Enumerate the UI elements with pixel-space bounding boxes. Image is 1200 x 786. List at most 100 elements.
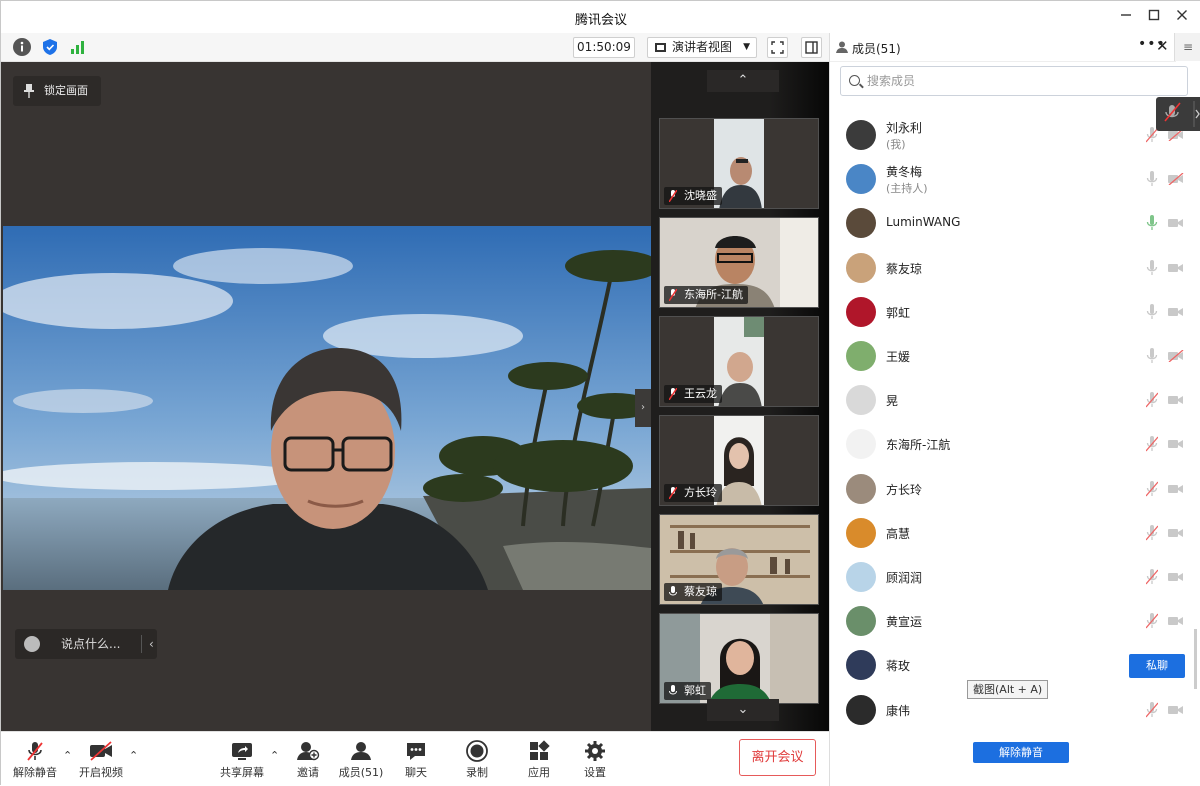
- info-icon[interactable]: [13, 38, 31, 56]
- chevron-left-icon[interactable]: ‹: [149, 629, 154, 659]
- member-row[interactable]: 方长玲: [830, 467, 1190, 511]
- camera-icon[interactable]: [1168, 704, 1184, 716]
- participant-name-tag: 郭虹: [664, 682, 711, 700]
- participant-thumbnail[interactable]: 沈晓盛: [659, 118, 819, 209]
- camera-icon[interactable]: [1168, 306, 1184, 318]
- chat-input-box[interactable]: 说点什么... ‹: [15, 629, 157, 659]
- member-row[interactable]: 晃: [830, 378, 1190, 422]
- member-row[interactable]: 顾润润: [830, 555, 1190, 599]
- chat-bubble-icon: [407, 743, 425, 760]
- emoji-icon[interactable]: [24, 636, 40, 652]
- member-row[interactable]: LuminWANG: [830, 201, 1190, 245]
- security-shield-icon[interactable]: [41, 38, 59, 56]
- member-name: 高慧: [886, 526, 911, 541]
- meeting-timer: 01:50:09: [573, 37, 635, 58]
- member-name: 顾润润: [886, 571, 923, 585]
- unmute-label: 解除静音: [13, 766, 57, 779]
- hamburger-menu-icon[interactable]: ≡: [1174, 33, 1200, 61]
- toggle-sidebar-button[interactable]: [801, 37, 822, 58]
- avatar: [846, 473, 876, 504]
- mic-icon[interactable]: [1146, 303, 1158, 320]
- mic-muted-icon[interactable]: [1146, 392, 1158, 408]
- record-icon: [466, 740, 488, 762]
- camera-icon[interactable]: [1168, 262, 1184, 274]
- member-row[interactable]: 刘永利 (我): [830, 113, 1190, 157]
- mic-icon[interactable]: [1146, 348, 1158, 364]
- signal-strength-icon[interactable]: [69, 38, 87, 56]
- camera-icon[interactable]: [1168, 217, 1184, 229]
- member-row[interactable]: 蔡友琼: [830, 246, 1190, 290]
- close-window-button[interactable]: [1171, 7, 1193, 27]
- camera-icon[interactable]: [1168, 438, 1184, 450]
- mic-muted-icon[interactable]: [1146, 436, 1158, 452]
- member-name: 方长玲: [886, 482, 923, 497]
- maximize-button[interactable]: [1143, 7, 1165, 27]
- chevron-up-icon[interactable]: ⌃: [129, 749, 138, 762]
- member-row[interactable]: 黄宣运: [830, 599, 1190, 643]
- scroll-up-button[interactable]: ⌃: [707, 70, 779, 92]
- unmute-all-button[interactable]: 解除静音: [973, 742, 1069, 763]
- avatar: [846, 208, 876, 239]
- mic-muted-icon[interactable]: [1146, 524, 1158, 541]
- camera-icon[interactable]: [1168, 394, 1184, 406]
- view-mode-dropdown[interactable]: 演讲者视图 ▼: [647, 37, 757, 58]
- participant-thumbnail[interactable]: 郭虹: [659, 613, 819, 704]
- camera-off-icon[interactable]: [1168, 350, 1184, 362]
- camera-off-icon[interactable]: [1168, 173, 1184, 186]
- settings-button[interactable]: 设置: [565, 740, 625, 782]
- camera-icon[interactable]: [1168, 527, 1184, 539]
- member-list-scrollbar[interactable]: [1194, 629, 1197, 689]
- mic-muted-icon[interactable]: [1146, 480, 1158, 497]
- mic-muted-icon[interactable]: [1146, 569, 1158, 585]
- member-row[interactable]: 东海所-江航: [830, 422, 1190, 466]
- member-row[interactable]: 王媛: [830, 334, 1190, 378]
- mic-icon[interactable]: [1146, 259, 1158, 276]
- start-video-button[interactable]: 开启视频: [71, 740, 131, 782]
- invite-user-icon: [297, 742, 320, 761]
- member-row[interactable]: 郭虹: [830, 290, 1190, 334]
- record-button[interactable]: 录制: [447, 740, 507, 782]
- mic-muted-icon[interactable]: [1146, 701, 1158, 718]
- camera-icon[interactable]: [1168, 615, 1184, 627]
- leave-meeting-button[interactable]: 离开会议: [739, 739, 816, 776]
- participant-thumbnail[interactable]: 方长玲: [659, 415, 819, 506]
- scroll-down-button[interactable]: ⌄: [707, 699, 779, 721]
- apps-button[interactable]: 应用: [509, 740, 569, 782]
- collapse-thumbnails-button[interactable]: ›: [635, 389, 651, 427]
- avatar: [846, 517, 876, 548]
- lock-view-button[interactable]: 锁定画面: [13, 76, 101, 106]
- private-chat-button[interactable]: 私聊: [1129, 654, 1185, 678]
- fullscreen-button[interactable]: [767, 37, 788, 58]
- invite-button[interactable]: 邀请: [278, 740, 338, 782]
- chat-button[interactable]: 聊天: [386, 740, 446, 782]
- floating-mic-indicator[interactable]: [1156, 97, 1200, 131]
- participant-name-tag: 东海所-江航: [664, 286, 748, 304]
- meeting-window: 腾讯会议 01:50:09 演讲者视图 ▼ 锁定画面 说点什么... ‹ ⌃ 沈…: [0, 0, 1200, 786]
- share-screen-label: 共享屏幕: [220, 766, 264, 779]
- members-button[interactable]: 成员(51): [331, 740, 391, 782]
- mic-icon[interactable]: [1146, 171, 1158, 187]
- start-video-label: 开启视频: [79, 766, 123, 779]
- member-search-input[interactable]: 搜索成员: [840, 66, 1188, 96]
- participant-thumbnail[interactable]: 王云龙: [659, 316, 819, 407]
- speaker-stage[interactable]: 锁定画面 说点什么... ‹: [1, 62, 651, 731]
- camera-icon[interactable]: [1168, 483, 1184, 495]
- mic-icon[interactable]: [1146, 215, 1158, 231]
- invite-label: 邀请: [297, 766, 319, 779]
- title-bar: 腾讯会议: [1, 1, 1200, 33]
- camera-icon[interactable]: [1168, 571, 1184, 583]
- mic-muted-icon[interactable]: [1146, 613, 1158, 629]
- participant-thumbnail[interactable]: 蔡友琼: [659, 514, 819, 605]
- minimize-button[interactable]: [1115, 7, 1137, 27]
- unmute-button[interactable]: 解除静音: [5, 740, 65, 782]
- avatar: [846, 429, 876, 460]
- member-row[interactable]: 黄冬梅 (主持人): [830, 157, 1190, 201]
- share-screen-button[interactable]: 共享屏幕: [212, 740, 272, 782]
- close-panel-icon[interactable]: ✕: [1156, 37, 1169, 55]
- member-row[interactable]: 高慧: [830, 511, 1190, 555]
- mic-muted-icon: [669, 487, 677, 499]
- camera-off-icon: [90, 741, 112, 761]
- participant-thumbnail[interactable]: 东海所-江航: [659, 217, 819, 308]
- members-panel-title: 成员(51): [852, 42, 901, 56]
- member-name: LuminWANG: [886, 215, 961, 230]
